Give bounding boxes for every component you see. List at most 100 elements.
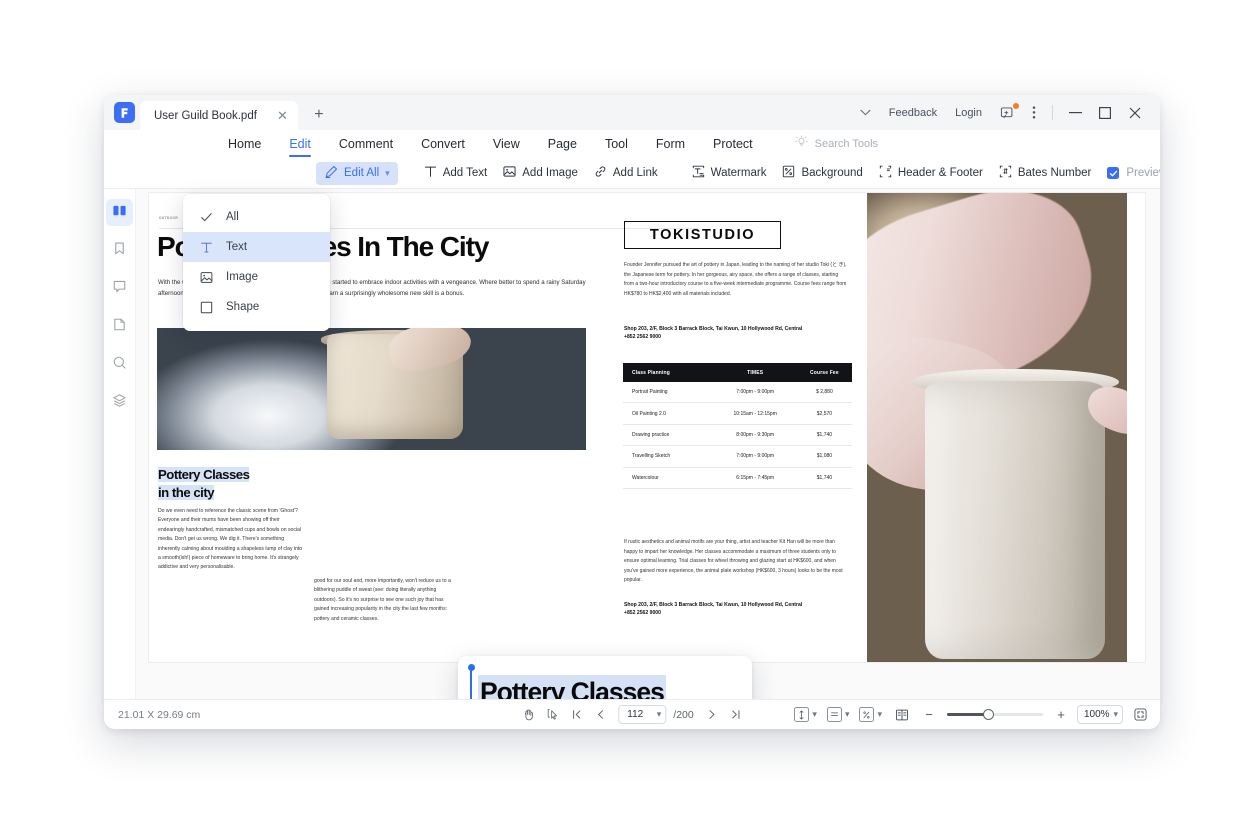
fullscreen-icon[interactable] xyxy=(1133,707,1148,722)
sidebar-item-layers[interactable] xyxy=(106,389,133,416)
bates-number-icon xyxy=(999,165,1012,181)
cell-times: 10:15am - 12:15pm xyxy=(713,402,797,425)
previous-page-icon[interactable] xyxy=(589,704,611,726)
sidebar-item-thumbnails[interactable] xyxy=(106,199,133,226)
cell-fee: $1,080 xyxy=(796,445,852,468)
close-window-icon[interactable] xyxy=(1120,95,1150,130)
checkbox-checked-icon xyxy=(1107,167,1120,179)
sidebar-item-bookmarks[interactable] xyxy=(106,237,133,264)
studio-paragraph: Founder Jennifer pursued the art of pott… xyxy=(624,262,847,297)
edit-all-label: Edit All xyxy=(344,167,380,179)
next-page-icon[interactable] xyxy=(701,704,723,726)
menu-convert[interactable]: Convert xyxy=(407,130,479,158)
edit-popup-line1[interactable]: Pottery Classes xyxy=(478,675,666,699)
image-icon xyxy=(503,165,516,181)
first-page-icon[interactable] xyxy=(565,704,587,726)
zoom-slider-knob[interactable] xyxy=(983,709,994,720)
chevron-down-icon[interactable]: ▾ xyxy=(657,709,662,720)
menu-home[interactable]: Home xyxy=(214,130,275,158)
zoom-level-input[interactable]: 100% ▾ xyxy=(1077,705,1123,724)
close-tab-icon[interactable]: ✕ xyxy=(275,108,290,123)
menu-edit[interactable]: Edit xyxy=(275,130,325,158)
dropdown-item-text[interactable]: Text xyxy=(183,232,330,262)
cell-fee: $1,740 xyxy=(796,424,852,447)
selection-start-handle-bar[interactable] xyxy=(470,670,473,699)
background-icon xyxy=(782,165,795,181)
sidebar-item-comments[interactable] xyxy=(106,275,133,302)
zoom-out-icon[interactable]: − xyxy=(922,707,936,722)
document-tab[interactable]: User Guild Book.pdf ✕ xyxy=(140,101,298,130)
bates-number-button[interactable]: Bates Number xyxy=(991,162,1100,185)
page-layout-icon[interactable] xyxy=(826,707,842,722)
application-window: User Guild Book.pdf ✕ + Feedback Login H… xyxy=(104,95,1160,729)
preview-checkbox[interactable]: Preview xyxy=(1099,162,1160,185)
login-button[interactable]: Login xyxy=(946,95,991,130)
studio-address-2: Shop 203, 2/F, Block 3 Barrack Block, Ta… xyxy=(624,601,854,618)
dropdown-item-shape[interactable]: Shape xyxy=(183,292,330,322)
page-layout-chevron-down-icon[interactable]: ▾ xyxy=(845,709,850,720)
scroll-mode-chevron-down-icon[interactable]: ▾ xyxy=(812,709,817,720)
text-icon xyxy=(424,165,437,181)
add-image-label: Add Image xyxy=(522,167,578,179)
left-column-body: Do we even need to reference the classic… xyxy=(158,508,303,571)
more-vertical-icon[interactable] xyxy=(1023,95,1045,130)
selection-start-handle-dot[interactable] xyxy=(467,664,475,671)
add-text-button[interactable]: Add Text xyxy=(416,162,496,185)
edit-all-dropdown-menu[interactable]: All Text Image Shape xyxy=(183,194,330,331)
studio-paragraph-2: If rustic aesthetics and animal motifs a… xyxy=(624,539,843,584)
last-page-icon[interactable] xyxy=(725,704,747,726)
dropdown-item-image[interactable]: Image xyxy=(183,262,330,292)
background-button[interactable]: Background xyxy=(774,162,870,185)
menu-view[interactable]: View xyxy=(479,130,534,158)
dropdown-item-all[interactable]: All xyxy=(183,202,330,232)
add-image-button[interactable]: Add Image xyxy=(495,162,586,185)
titlebar-chevron-down-icon[interactable] xyxy=(851,95,880,130)
zoom-in-icon[interactable]: + xyxy=(1054,707,1068,722)
menu-form[interactable]: Form xyxy=(642,130,699,158)
zoom-slider[interactable] xyxy=(947,709,1043,720)
square-icon xyxy=(199,300,213,314)
text-icon xyxy=(199,240,213,254)
edit-all-button[interactable]: Edit All ▾ xyxy=(316,161,398,185)
studio-address: Shop 203, 2/F, Block 3 Barrack Block, Ta… xyxy=(624,325,854,342)
menu-page[interactable]: Page xyxy=(534,130,591,158)
header-footer-button[interactable]: Header & Footer xyxy=(871,162,991,185)
add-link-button[interactable]: Add Link xyxy=(586,162,666,185)
search-tools-box[interactable]: Search Tools xyxy=(794,135,878,153)
feedback-button[interactable]: Feedback xyxy=(880,95,946,130)
sidebar-item-pages[interactable] xyxy=(106,313,133,340)
new-tab-icon[interactable]: + xyxy=(310,106,328,124)
hand-tool-icon[interactable] xyxy=(517,704,539,726)
notification-icon[interactable] xyxy=(991,95,1023,130)
studio-address2-line2: +852 2562 9000 xyxy=(624,610,661,617)
watermark-button[interactable]: Watermark xyxy=(684,162,775,185)
text-edit-popup[interactable]: Pottery Classes In The City xyxy=(458,656,752,699)
left-heading-line2: in the city xyxy=(158,485,215,500)
minimize-icon[interactable] xyxy=(1060,95,1090,130)
table-row: Drawing practice 8:00pm - 9:30pm $1,740 xyxy=(623,424,852,447)
table-row: Portrait Painting 7:00pm - 9:00pm $ 2,88… xyxy=(623,382,852,404)
table-header-class: Class Planning xyxy=(623,363,714,382)
hands-pottery-photo xyxy=(867,193,1127,662)
menu-comment[interactable]: Comment xyxy=(325,130,407,158)
cell-times: 7:00pm - 9:00pm xyxy=(713,382,797,404)
image-icon xyxy=(199,270,213,284)
left-rail xyxy=(104,189,136,699)
zoom-chevron-down-icon[interactable]: ▾ xyxy=(1113,709,1118,720)
split-view-icon[interactable] xyxy=(891,704,913,726)
menu-protect[interactable]: Protect xyxy=(699,130,767,158)
check-icon xyxy=(199,210,213,224)
table-row: Watercolour 6:15pm - 7:45pm $1,740 xyxy=(623,467,852,489)
studio-address-line1: Shop 203, 2/F, Block 3 Barrack Block, Ta… xyxy=(624,326,803,332)
select-tool-icon[interactable] xyxy=(541,704,563,726)
menu-tool[interactable]: Tool xyxy=(591,130,642,158)
sidebar-item-search[interactable] xyxy=(106,351,133,378)
class-planning-table: Class Planning TIMES Course Fee Portrait… xyxy=(623,363,852,489)
fit-page-icon[interactable] xyxy=(859,707,875,722)
page-number-input[interactable]: 112 ▾ xyxy=(618,705,667,724)
scroll-mode-icon[interactable] xyxy=(794,707,810,722)
fit-page-chevron-down-icon[interactable]: ▾ xyxy=(877,709,882,720)
table-header-times: TIMES xyxy=(713,363,797,382)
maximize-icon[interactable] xyxy=(1090,95,1120,130)
bates-number-label: Bates Number xyxy=(1017,167,1092,179)
